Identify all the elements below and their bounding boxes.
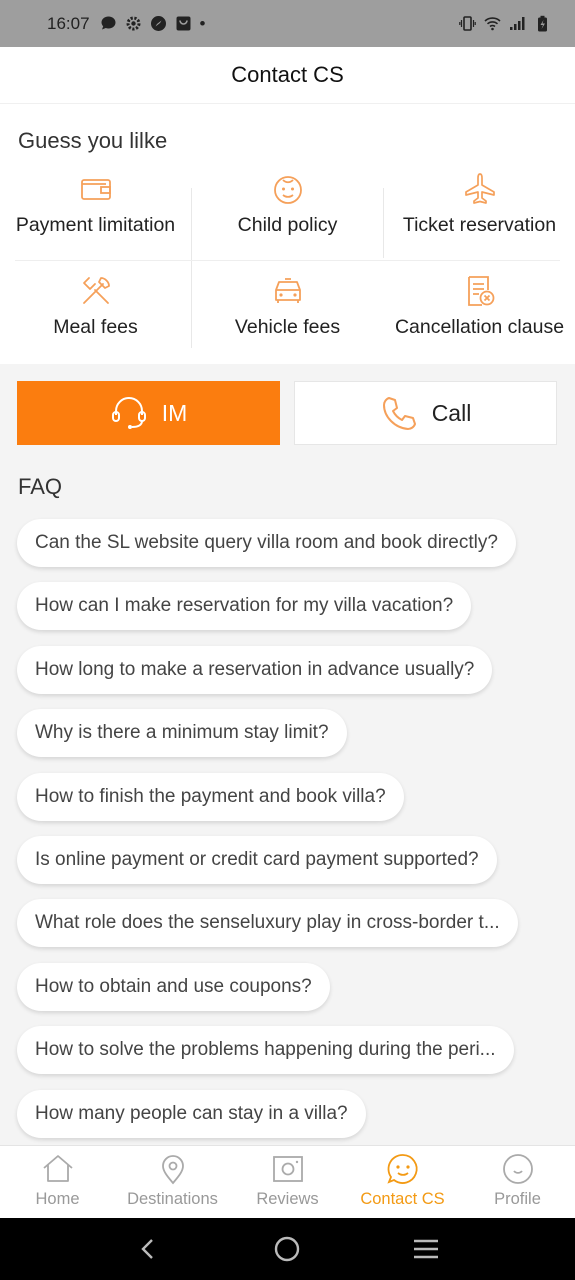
page-header: Contact CS [0,47,575,104]
guess-item-label: Vehicle fees [234,316,341,338]
location-pin-icon [161,1155,184,1185]
home-circle-icon[interactable] [270,1232,304,1266]
tab-contact-cs[interactable]: Contact CS [345,1146,460,1218]
guess-item-label: Payment limitation [15,214,176,236]
headset-icon [111,397,146,429]
wifi-icon [484,15,501,32]
call-button-label: Call [431,399,472,426]
wallet-icon [80,179,111,200]
cancel-document-icon [467,276,494,306]
tab-profile[interactable]: Profile [460,1146,575,1218]
child-face-icon [273,176,302,204]
call-button[interactable]: Call [294,381,557,445]
faq-item[interactable]: Is online payment or credit card payment… [17,835,497,884]
faq-list: Can the SL website query villa room and … [17,519,562,1153]
guess-item-label: Ticket reservation [402,214,557,236]
phone-icon [382,397,416,430]
status-bar: 16:07 • [0,0,575,47]
guess-section: Guess you lilke Payment limitation Child… [0,104,575,364]
vibrate-icon [459,15,476,32]
fork-knife-icon [82,277,110,304]
faq-title: FAQ [18,474,63,499]
shopping-bag-icon [175,15,192,32]
status-time: 16:07 [47,13,90,33]
tab-reviews[interactable]: Reviews [230,1146,345,1218]
message-icon [100,15,117,32]
faq-item[interactable]: How to finish the payment and book villa… [17,772,404,821]
tab-label: Destinations [127,1190,218,1208]
guess-item-label: Meal fees [53,316,138,338]
guess-title: Guess you lilke [18,128,168,153]
menu-icon[interactable] [409,1232,443,1266]
page-title: Contact CS [231,62,344,87]
battery-charging-icon [534,15,551,32]
guess-item-meal-fees[interactable]: Meal fees [0,274,191,339]
car-icon [274,278,301,303]
airplane-icon [464,173,495,204]
smile-chat-icon [386,1154,418,1184]
guess-item-ticket-reservation[interactable]: Ticket reservation [384,172,575,237]
faq-item[interactable]: What role does the senseluxury play in c… [17,899,518,948]
faq-item[interactable]: How long to make a reservation in advanc… [17,645,493,694]
signal-icon [509,15,526,32]
guess-item-label: Child policy [237,214,338,236]
faq-item[interactable]: Why is there a minimum stay limit? [17,709,347,758]
guess-item-child-policy[interactable]: Child policy [192,172,383,237]
system-nav-bar [0,1218,575,1280]
faq-item[interactable]: Can the SL website query villa room and … [17,519,516,567]
guess-grid: Payment limitation Child policy Ticket r… [0,172,575,364]
camera-icon [272,1156,303,1182]
faq-item[interactable]: How can I make reservation for my villa … [17,582,472,631]
faq-item[interactable]: How many people can stay in a villa? [17,1089,366,1138]
grid-divider [15,260,560,261]
profile-smile-icon [502,1154,533,1184]
guess-item-cancellation-clause[interactable]: Cancellation clause [384,274,575,339]
tab-home[interactable]: Home [0,1146,115,1218]
guess-item-payment-limitation[interactable]: Payment limitation [0,172,191,237]
faq-item[interactable]: How to solve the problems happening duri… [17,1026,514,1075]
tab-label: Contact CS [360,1190,445,1208]
settings-gear-icon [125,15,142,32]
tab-destinations[interactable]: Destinations [115,1146,230,1218]
notification-dot: • [199,13,206,33]
tab-label: Reviews [256,1190,319,1208]
compass-icon [150,15,167,32]
back-icon[interactable] [132,1232,166,1266]
faq-item[interactable]: How to obtain and use coupons? [17,962,330,1011]
guess-item-vehicle-fees[interactable]: Vehicle fees [192,274,383,339]
guess-item-label: Cancellation clause [394,316,565,338]
tab-label: Profile [494,1190,541,1208]
tab-label: Home [35,1190,80,1208]
bottom-tab-bar: Home Destinations Reviews Contact CS Pro… [0,1145,575,1218]
im-button-label: IM [161,399,188,426]
home-icon [42,1155,73,1182]
im-button[interactable]: IM [17,381,280,445]
